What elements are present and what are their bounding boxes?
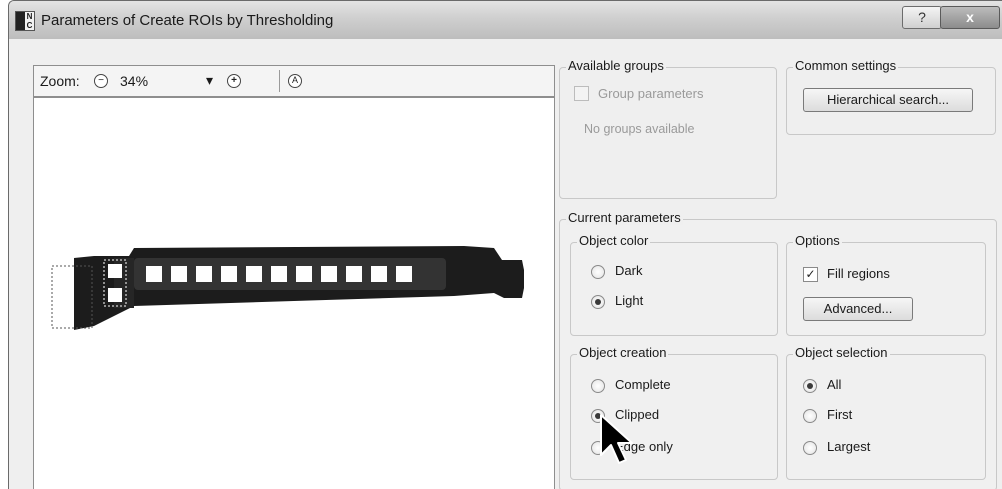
options-title: Options [793, 233, 842, 248]
light-radio[interactable] [591, 295, 605, 309]
fill-regions-label[interactable]: Fill regions [827, 266, 890, 281]
group-parameters-checkbox [574, 86, 589, 101]
common-settings-title: Common settings [793, 58, 899, 73]
zoom-toolbar: Zoom: − 34% ▾ + A [33, 65, 555, 97]
slot-square [246, 266, 262, 282]
options-box: Options ✓ Fill regions Advanced... [786, 233, 986, 336]
slot-square [221, 266, 237, 282]
light-label[interactable]: Light [615, 293, 643, 308]
slot-square [108, 288, 122, 302]
app-icon-cell: C [26, 21, 33, 30]
zoom-label: Zoom: [40, 73, 80, 89]
slot-square [196, 266, 212, 282]
object-selection-title: Object selection [793, 345, 890, 360]
app-icon-cell: N [26, 12, 33, 21]
complete-radio[interactable] [591, 379, 605, 393]
slot-square [396, 266, 412, 282]
mouse-cursor-icon [600, 414, 633, 464]
slot-square [271, 266, 287, 282]
image-preview[interactable] [33, 97, 555, 489]
bracket-part [51, 246, 524, 330]
app-icon-cell [16, 12, 25, 21]
object-creation-title: Object creation [577, 345, 669, 360]
all-label[interactable]: All [827, 377, 841, 392]
available-groups-box: Available groups Group parameters No gro… [559, 58, 777, 199]
app-icon-cell [16, 21, 25, 30]
zoom-fit-icon[interactable]: A [288, 74, 302, 88]
zoom-dropdown-icon[interactable]: ▾ [206, 72, 213, 89]
hierarchical-search-button[interactable]: Hierarchical search... [803, 88, 973, 112]
current-parameters-title: Current parameters [566, 210, 683, 225]
slot-square [346, 266, 362, 282]
slot-square [146, 266, 162, 282]
all-radio[interactable] [803, 379, 817, 393]
title-bar[interactable]: N C Parameters of Create ROIs by Thresho… [9, 1, 1002, 39]
zoom-in-icon[interactable]: + [227, 74, 241, 88]
object-color-title: Object color [577, 233, 651, 248]
slot-square [371, 266, 387, 282]
preview-canvas [51, 246, 524, 330]
zoom-out-icon[interactable]: − [94, 74, 108, 88]
object-color-box: Object color Dark Light [570, 233, 778, 336]
largest-label[interactable]: Largest [827, 439, 870, 454]
dark-radio[interactable] [591, 265, 605, 279]
largest-radio[interactable] [803, 441, 817, 455]
dialog-window: N C Parameters of Create ROIs by Thresho… [8, 0, 1002, 489]
help-button[interactable]: ? [902, 6, 942, 29]
app-icon: N C [15, 11, 35, 31]
fill-regions-checkbox[interactable]: ✓ [803, 267, 818, 282]
object-selection-box: Object selection All First Largest [786, 345, 986, 480]
zoom-value[interactable]: 34% [120, 73, 148, 89]
close-button[interactable]: x [940, 6, 1000, 29]
slot-square [296, 266, 312, 282]
group-parameters-label: Group parameters [598, 86, 704, 101]
toolbar-separator [279, 70, 280, 92]
slot-square [321, 266, 337, 282]
window-title: Parameters of Create ROIs by Thresholdin… [41, 12, 334, 29]
complete-label[interactable]: Complete [615, 377, 671, 392]
available-groups-title: Available groups [566, 58, 666, 73]
no-groups-text: No groups available [584, 122, 695, 136]
advanced-button[interactable]: Advanced... [803, 297, 913, 321]
dark-label[interactable]: Dark [615, 263, 642, 278]
common-settings-box: Common settings Hierarchical search... [786, 58, 996, 135]
first-label[interactable]: First [827, 407, 852, 422]
dialog-client: Zoom: − 34% ▾ + A Available groups Group… [9, 39, 1002, 489]
slot-square [171, 266, 187, 282]
slot-group [146, 266, 412, 282]
slot-square [108, 264, 122, 278]
first-radio[interactable] [803, 409, 817, 423]
